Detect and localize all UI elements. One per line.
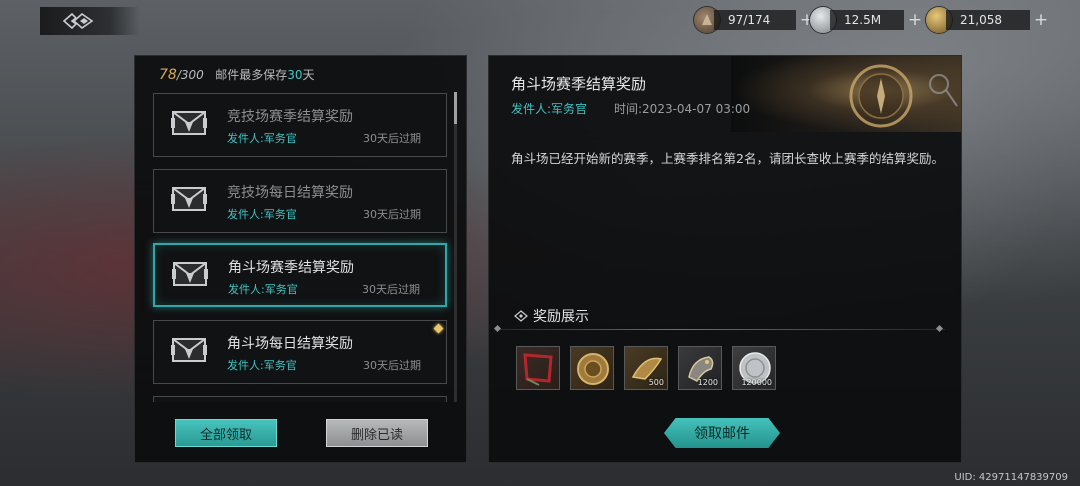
mail-item-sender: 发件人:军务官 [227,208,297,221]
mail-item-expiry: 30天后过期 [363,132,421,145]
mail-list-item-partial[interactable] [153,396,447,402]
mail-retention-prefix: 邮件最多保存 [215,68,288,82]
reward-heading-label: 奖励展示 [533,309,589,325]
mail-list-panel: 78/300 邮件最多保存30天 竞技场赛季结算奖励 发件人:军务官 30天后过期竞… [134,55,467,463]
reward-divider [497,329,945,330]
mail-item-sender: 发件人:军务官 [228,283,298,296]
mail-detail-sender: 发件人:军务官 [511,102,588,116]
game-emblem-icon [62,12,94,30]
mail-item-expiry: 30天后过期 [362,283,420,296]
reward-gold-medallion[interactable] [570,346,614,390]
divider-left-dot [493,324,502,333]
gold-medallion-icon [577,353,609,385]
add-gold-button[interactable]: + [1032,10,1050,30]
mail-count-max: /300 [176,68,204,82]
mail-detail-body: 角斗场已经开始新的赛季，上赛季排名第2名，请团长查收上赛季的结算奖励。 [511,151,944,166]
reward-qty: 1200 [697,378,718,387]
mail-list-scrollbar[interactable] [454,92,457,402]
mail-item-sender: 发件人:军务官 [227,132,297,145]
mail-list-item[interactable]: 竞技场每日结算奖励 发件人:军务官 30天后过期 [153,169,447,233]
mail-list-item[interactable]: 角斗场每日结算奖励 发件人:军务官 30天后过期 [153,320,447,384]
reward-bronze-horn[interactable]: 500 [624,346,668,390]
envelope-icon [171,184,207,218]
mail-detail-title: 角斗场赛季结算奖励 [511,75,647,93]
mail-item-title: 角斗场赛季结算奖励 [228,260,354,276]
mail-list-scroll-thumb[interactable] [454,92,457,124]
reward-red-banner[interactable] [516,346,560,390]
envelope-icon [172,259,208,293]
gold-resource: 21,058 + [926,7,1050,33]
mail-count-line: 78/300 邮件最多保存30天 [159,66,315,83]
reward-qty: 500 [648,378,664,387]
stamina-value: 97/174 [728,13,771,27]
divider-right-dot [935,324,944,333]
mail-retention-days: 30 [287,68,303,82]
mail-list-item[interactable]: 角斗场赛季结算奖励 发件人:军务官 30天后过期 [153,243,447,307]
mail-detail-panel: 角斗场赛季结算奖励 发件人:军务官 时间:2023-04-07 03:00 角斗… [488,55,962,463]
reward-section-heading: 奖励展示 [513,306,589,326]
envelope-icon [171,335,207,369]
mail-retention-suffix: 天 [302,68,315,82]
claim-mail-button[interactable]: 领取邮件 [664,418,780,448]
mail-list-item[interactable]: 竞技场赛季结算奖励 发件人:军务官 30天后过期 [153,93,447,157]
stamina-resource: 97/174 + [694,7,816,33]
mail-item-title: 角斗场每日结算奖励 [227,336,353,352]
red-banner-icon [523,353,553,386]
mail-item-sender: 发件人:军务官 [227,359,297,372]
silver-value: 12.5M [844,13,882,27]
claim-all-button[interactable]: 全部领取 [175,419,277,447]
envelope-icon [171,108,207,142]
silver-resource: 12.5M + [810,7,924,33]
reward-qty: 120000 [741,378,772,387]
add-silver-button[interactable]: + [906,10,924,30]
reward-beast-claw[interactable]: 1200 [678,346,722,390]
delete-read-button[interactable]: 删除已读 [326,419,428,447]
mail-count-current: 78 [159,67,177,83]
reward-silver-coin[interactable]: 120000 [732,346,776,390]
mail-item-expiry: 30天后过期 [363,359,421,372]
diamond-bullet-icon [514,310,528,322]
unread-indicator-icon [433,323,444,334]
player-uid: UID: 42971147839709 [954,472,1068,483]
mail-item-title: 竞技场赛季结算奖励 [227,109,353,125]
compass-map-illustration [731,56,961,132]
mail-item-title: 竞技场每日结算奖励 [227,185,353,201]
gold-value: 21,058 [960,13,1002,27]
back-button[interactable] [40,7,140,35]
mail-detail-time: 时间:2023-04-07 03:00 [614,102,751,116]
mail-item-expiry: 30天后过期 [363,208,421,221]
